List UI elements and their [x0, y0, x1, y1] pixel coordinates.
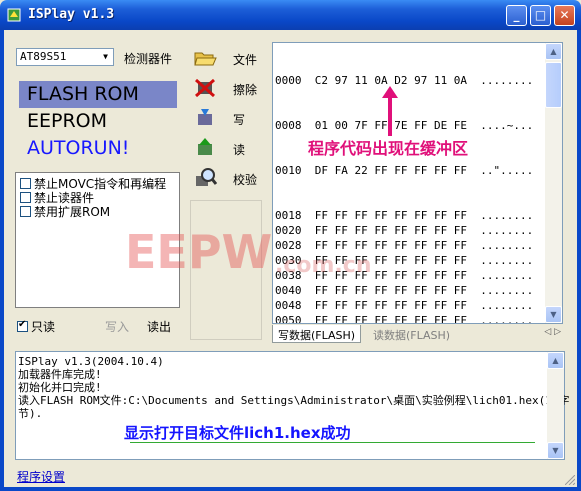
action-buttons: 文件 擦除 写 读 校验 — [187, 42, 263, 197]
scroll-up-icon[interactable]: ▲ — [545, 43, 562, 60]
log-line: 加载器件库完成! — [18, 368, 102, 381]
hex-buffer-view[interactable]: 0000 C2 97 11 0A D2 97 11 0A ........ 00… — [272, 42, 563, 324]
log-output[interactable]: ISPlay v1.3(2004.10.4) 加载器件库完成! 初始化并口完成!… — [15, 351, 569, 460]
scroll-down-icon[interactable]: ▼ — [547, 442, 564, 459]
chevron-down-icon[interactable]: ▼ — [98, 49, 113, 65]
hex-row: 0018 FF FF FF FF FF FF FF FF ........ — [275, 209, 534, 222]
checkbox[interactable] — [20, 178, 31, 189]
option-label: 禁止MOVC指令和再编程 — [34, 177, 167, 191]
read-button-label: 读 — [233, 143, 246, 157]
verify-button[interactable]: 校验 — [189, 164, 263, 192]
erase-button[interactable]: 擦除 — [189, 74, 263, 102]
log-line: 读入FLASH ROM文件:C:\Documents and Settings\… — [18, 394, 570, 407]
buffer-tabs: 写数据(FLASH) 读数据(FLASH) ◁ ▷ — [272, 325, 563, 343]
option-disable-ext-rom[interactable]: 禁用扩展ROM — [20, 205, 110, 219]
svg-text:.com.cn: .com.cn — [275, 253, 372, 278]
log-line: 初始化并口完成! — [18, 381, 102, 394]
read-chip-icon — [198, 138, 212, 155]
device-select[interactable]: AT89S51 ▼ — [16, 48, 114, 66]
log-line: ISPlay v1.3(2004.10.4) — [18, 355, 164, 368]
erase-chip-icon — [195, 78, 215, 98]
option-label: 禁止读器件 — [34, 191, 95, 205]
file-button[interactable]: 文件 — [189, 44, 263, 72]
tab-read-data[interactable]: 读数据(FLASH) — [368, 325, 455, 343]
write-button-label: 写 — [233, 113, 246, 127]
folder-open-icon — [194, 52, 217, 66]
write-link[interactable]: 写入 — [105, 318, 129, 335]
maximize-button[interactable]: □ — [530, 5, 551, 26]
option-disable-movc[interactable]: 禁止MOVC指令和再编程 — [20, 177, 166, 191]
write-chip-icon — [198, 109, 212, 125]
minimize-button[interactable]: _ — [506, 5, 527, 26]
hex-row: 0048 FF FF FF FF FF FF FF FF ........ — [275, 299, 534, 312]
verify-button-label: 校验 — [233, 173, 258, 187]
scroll-down-icon[interactable]: ▼ — [545, 306, 562, 323]
hex-row: 0010 DF FA 22 FF FF FF FF FF .."..... — [275, 164, 534, 177]
log-annotation: 显示打开目标文件lich1.hex成功 — [124, 424, 351, 442]
magnifier-icon — [196, 168, 217, 186]
close-icon: ✕ — [559, 8, 570, 22]
memory-type-list: FLASH ROM EEPROM AUTORUN! — [15, 77, 179, 164]
readonly-label: 只读 — [31, 320, 56, 334]
app-icon — [7, 8, 21, 22]
detect-device-button[interactable]: 检测器件 — [124, 50, 172, 67]
buffer-annotation: 程序代码出现在缓冲区 — [308, 139, 469, 158]
readonly-checkbox[interactable]: 只读 — [17, 318, 55, 335]
scroll-thumb[interactable] — [545, 62, 562, 108]
option-label: 禁用扩展ROM — [34, 205, 111, 219]
window-title: ISPlay v1.3 — [28, 7, 115, 22]
readout-link[interactable]: 读出 — [147, 318, 171, 335]
checkbox-checked[interactable] — [17, 319, 28, 332]
settings-link[interactable]: 程序设置 — [17, 468, 65, 485]
hex-row: 0008 01 00 7F FF 7E FF DE FE ....~... — [275, 119, 534, 132]
memory-item-eeprom[interactable]: EEPROM — [19, 108, 177, 135]
tab-scroll-arrows[interactable]: ◁ ▷ — [544, 327, 561, 337]
arrow-up-annotation — [382, 86, 398, 136]
erase-button-label: 擦除 — [233, 83, 258, 97]
tab-write-data[interactable]: 写数据(FLASH) — [272, 325, 362, 343]
divider-line — [130, 442, 535, 443]
write-button[interactable]: 写 — [189, 104, 263, 132]
scroll-up-icon[interactable]: ▲ — [547, 352, 564, 369]
close-button[interactable]: ✕ — [554, 5, 575, 26]
resize-grip-icon[interactable] — [565, 475, 575, 485]
hex-row: 0040 FF FF FF FF FF FF FF FF ........ — [275, 284, 534, 297]
memory-item-flash-rom[interactable]: FLASH ROM — [19, 81, 177, 108]
log-line: 节). — [18, 407, 43, 420]
eepw-watermark: EEPW .com.cn — [125, 228, 372, 278]
svg-text:EEPW: EEPW — [125, 228, 272, 278]
checkbox[interactable] — [20, 206, 31, 217]
hex-scrollbar[interactable]: ▲ ▼ — [545, 43, 562, 323]
log-scrollbar[interactable]: ▲ ▼ — [547, 352, 564, 459]
minimize-icon: _ — [513, 8, 520, 22]
maximize-icon: □ — [534, 8, 547, 22]
memory-item-autorun[interactable]: AUTORUN! — [19, 135, 177, 162]
read-button[interactable]: 读 — [189, 134, 263, 162]
file-button-label: 文件 — [233, 53, 258, 67]
option-disable-read[interactable]: 禁止读器件 — [20, 191, 94, 205]
hex-lines: 0000 C2 97 11 0A D2 97 11 0A ........ 00… — [275, 43, 534, 324]
device-select-value: AT89S51 — [20, 50, 67, 63]
checkbox[interactable] — [20, 192, 31, 203]
title-bar[interactable]: ISPlay v1.3 _ □ ✕ — [0, 0, 581, 30]
hex-row: 0000 C2 97 11 0A D2 97 11 0A ........ — [275, 74, 534, 87]
hex-row: 0050 FF FF FF FF FF FF FF FF ........ — [275, 314, 534, 324]
